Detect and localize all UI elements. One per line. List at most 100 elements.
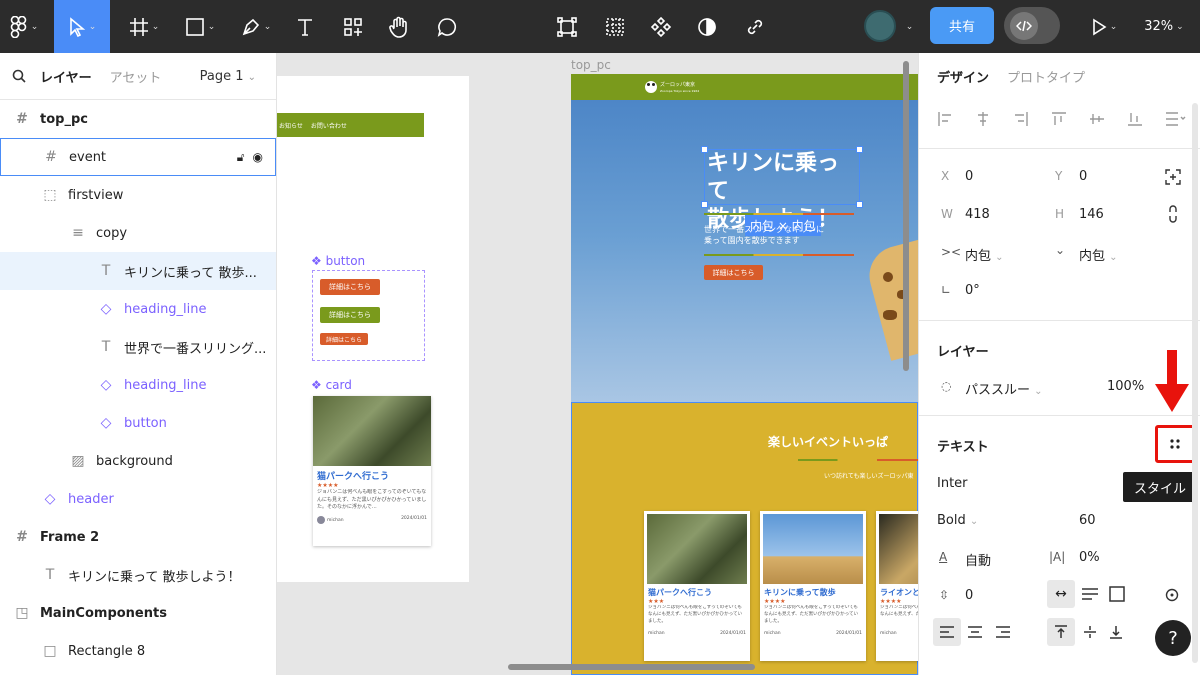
event-section[interactable]: 楽しいイベントいっぱ いつ訪れても楽しいズーロッパ東 猫パークへ行こう ★★★ ジョ… [571, 402, 918, 675]
align-center-vertical-icon[interactable] [1089, 111, 1105, 127]
event-card[interactable]: キリンに乗って散歩 ★★★★ ジョバンニは何べんも眼をこすってのぞいてもなんにも見え… [760, 511, 866, 661]
avatar[interactable] [864, 10, 896, 42]
text-styles-button[interactable] [1155, 425, 1195, 463]
text-align-middle-icon[interactable] [1083, 625, 1097, 639]
layer-row[interactable]: # Frame 2 [0, 518, 276, 556]
dev-mode-toggle[interactable] [1004, 7, 1060, 44]
vertical-sizing-select[interactable]: 内包 ⌄ [1079, 245, 1118, 264]
font-family-select[interactable]: Inter [937, 476, 968, 491]
event-card[interactable]: 猫パークへ行こう ★★★ ジョバンニは何べんも眼をこすってのぞいてもなんにも見えず、… [644, 511, 750, 661]
present-button[interactable]: ⌄ [1084, 0, 1124, 53]
button-variant-orange[interactable]: 詳細はこちら [320, 279, 380, 295]
align-right-icon[interactable] [1013, 111, 1029, 127]
align-left-icon[interactable] [937, 111, 953, 127]
button-variant-green[interactable]: 詳細はこちら [320, 307, 380, 323]
blend-mode-select[interactable]: パススルー ⌄ [965, 379, 1043, 398]
mask-button[interactable] [692, 0, 722, 53]
page-selector[interactable]: Page 1 ⌄ [200, 69, 256, 84]
hand-tool-button[interactable] [380, 0, 418, 53]
canvas-horizontal-scrollbar[interactable] [508, 664, 755, 670]
y-input[interactable]: 0 [1079, 169, 1087, 184]
event-card[interactable]: ライオンと★★★★ジョバンニは何べんも眼をこすってのぞいてもなんにも見えず、ただ… [876, 511, 918, 661]
pen-tool-button[interactable]: ⌄ [232, 0, 280, 53]
unlock-icon[interactable]: 🔓︎ [237, 150, 245, 165]
canvas[interactable]: お知らせ お問い合わせ ❖ button 詳細はこちら 詳細はこちら 詳細はこち… [277, 53, 918, 675]
w-input[interactable]: 418 [965, 207, 990, 222]
button-component-set[interactable]: 詳細はこちら 詳細はこちら 詳細はこちら [312, 270, 425, 361]
tab-design[interactable]: デザイン [937, 67, 989, 86]
text-align-center-icon[interactable] [967, 625, 983, 639]
layer-row[interactable]: ≡ copy [0, 214, 276, 252]
layer-row[interactable]: □ Rectangle 8 [0, 632, 276, 670]
move-tool-button[interactable]: ⌄ [54, 0, 110, 53]
comment-tool-button[interactable] [428, 0, 466, 53]
text-tool-button[interactable] [286, 0, 324, 53]
share-button[interactable]: 共有 [930, 7, 994, 44]
layer-row[interactable]: T 世界で一番スリリング... [0, 328, 276, 366]
fixed-size-icon[interactable] [1109, 586, 1125, 602]
x-input[interactable]: 0 [965, 169, 973, 184]
layer-row[interactable]: ◇ heading_line [0, 290, 276, 328]
layer-row[interactable]: ◇ button [0, 404, 276, 442]
auto-height-icon[interactable] [1081, 586, 1099, 602]
opacity-input[interactable]: 100% [1107, 379, 1144, 394]
card-component[interactable]: 猫パークへ行こう ★★★★ ジョバンニは何べんも眼をこすってのぞいてもなんにも見… [313, 396, 431, 546]
align-top-icon[interactable] [1051, 111, 1067, 127]
line-height-input[interactable]: 自動 [965, 550, 991, 569]
nav-item-contact[interactable]: お問い合わせ [311, 121, 347, 130]
layer-row[interactable]: # top_pc [0, 100, 276, 138]
create-component-button[interactable] [646, 0, 676, 53]
constrain-proportions-icon[interactable] [1167, 205, 1179, 223]
eye-icon[interactable]: ◉ [253, 150, 263, 165]
hero-title-selected[interactable]: キリンに乗って 散歩しよう！ [701, 146, 863, 232]
frame-label-top-pc[interactable]: top_pc [571, 58, 611, 72]
top-pc-frame[interactable]: ズーロッパ東京 Zooropa Tokyo since 1964 キリンに乗って … [571, 74, 918, 675]
hero-button[interactable]: 詳細はこちら [704, 265, 763, 280]
font-weight-select[interactable]: Bold ⌄ [937, 513, 978, 528]
avatar-dropdown[interactable]: ⌄ [900, 0, 916, 53]
font-size-input[interactable]: 60 [1079, 513, 1096, 528]
layer-row[interactable]: T キリンに乗って 散歩しよう！ [0, 556, 276, 594]
layer-row[interactable]: ⬚ firstview [0, 176, 276, 214]
canvas-vertical-scrollbar[interactable] [903, 61, 909, 371]
component-tool-button[interactable] [552, 0, 582, 53]
search-icon[interactable] [12, 69, 26, 83]
layer-row[interactable]: # event 🔓︎ ◉ [0, 138, 276, 176]
horizontal-sizing-select[interactable]: 内包 ⌄ [965, 245, 1004, 264]
text-align-right-icon[interactable] [995, 625, 1011, 639]
align-bottom-icon[interactable] [1127, 111, 1143, 127]
layer-row[interactable]: T キリンに乗って 散歩... [0, 252, 276, 290]
letter-spacing-input[interactable]: 0% [1079, 550, 1100, 565]
distribute-icon[interactable] [1165, 111, 1187, 127]
button-variant-small[interactable]: 詳細はこちら [320, 333, 368, 345]
layer-row[interactable]: ◇ header [0, 480, 276, 518]
text-settings-icon[interactable] [1165, 588, 1179, 602]
position-absolute-icon[interactable] [1165, 169, 1181, 185]
rotation-input[interactable]: 0° [965, 283, 980, 298]
align-text-top-button[interactable] [1047, 618, 1075, 646]
panel-scrollbar[interactable] [1192, 103, 1198, 663]
tab-prototype[interactable]: プロトタイプ [1007, 67, 1085, 86]
paragraph-spacing-input[interactable]: 0 [965, 588, 973, 603]
card-component-label[interactable]: ❖ card [311, 378, 352, 392]
h-input[interactable]: 146 [1079, 207, 1104, 222]
layout-grid-button[interactable] [600, 0, 630, 53]
align-center-horizontal-icon[interactable] [975, 111, 991, 127]
frame-tool-button[interactable]: ⌄ [120, 0, 168, 53]
auto-width-button[interactable]: ↔ [1047, 580, 1075, 608]
text-align-bottom-icon[interactable] [1109, 625, 1123, 639]
button-component-label[interactable]: ❖ button [311, 254, 365, 268]
layer-row[interactable]: ◳ MainComponents [0, 594, 276, 632]
main-menu-button[interactable]: ⌄ [0, 0, 48, 53]
shape-tool-button[interactable]: ⌄ [176, 0, 224, 53]
align-text-left-button[interactable] [933, 618, 961, 646]
tab-layers[interactable]: レイヤー [40, 67, 92, 86]
layer-row[interactable]: ◇ heading_line [0, 366, 276, 404]
resources-button[interactable] [334, 0, 372, 53]
link-button[interactable] [740, 0, 770, 53]
tab-assets[interactable]: アセット [110, 67, 162, 86]
nav-item-news[interactable]: お知らせ [279, 121, 303, 130]
layer-row[interactable]: ▨ background [0, 442, 276, 480]
zoom-menu[interactable]: 32% ⌄ [1134, 0, 1194, 53]
help-button[interactable]: ? [1155, 620, 1191, 656]
